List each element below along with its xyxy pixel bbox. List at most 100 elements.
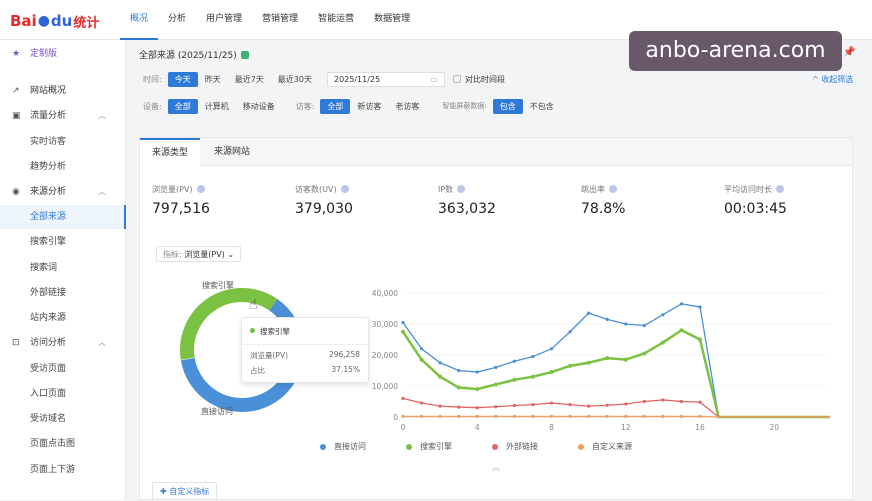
data-point bbox=[624, 322, 628, 326]
sidebar-item-visited-domains[interactable]: 受访域名 bbox=[0, 407, 126, 431]
sidebar-item-visited-pages[interactable]: 受访页面 bbox=[0, 357, 126, 381]
sidebar-item-search-engine[interactable]: 搜索引擎 bbox=[0, 230, 126, 254]
sidebar-item-entry-pages[interactable]: 入口页面 bbox=[0, 382, 126, 406]
y-tick-label: 10,000 bbox=[372, 382, 398, 391]
data-point bbox=[512, 377, 517, 382]
sidebar-group-source[interactable]: ◉ 来源分析 ︿ bbox=[0, 180, 126, 204]
nav-overview[interactable]: 概况 bbox=[120, 0, 159, 40]
data-point bbox=[530, 374, 535, 379]
x-tick-label: 8 bbox=[549, 423, 554, 432]
help-icon[interactable] bbox=[340, 185, 349, 193]
help-icon[interactable] bbox=[457, 185, 466, 193]
legend-direct[interactable]: 直接访问 bbox=[320, 441, 366, 452]
legend-search[interactable]: 搜索引擎 bbox=[406, 441, 452, 452]
data-point bbox=[568, 330, 572, 334]
collapse-filters-link[interactable]: ^ 收起筛选 bbox=[812, 74, 853, 85]
time-yesterday-button[interactable]: 昨天 bbox=[198, 72, 228, 87]
metric-bounce-rate: 跳出率 78.8% bbox=[581, 185, 626, 217]
help-icon[interactable] bbox=[776, 185, 784, 193]
expand-icon[interactable]: ︽ bbox=[492, 462, 500, 473]
data-point bbox=[605, 403, 609, 407]
device-computer-button[interactable]: 计算机 bbox=[198, 99, 236, 114]
tab-source-site[interactable]: 来源网站 bbox=[202, 138, 262, 166]
series-dot-icon bbox=[250, 328, 255, 333]
custom-indicator-button[interactable]: ✚ 自定义指标 bbox=[152, 482, 218, 500]
x-tick-label: 4 bbox=[475, 423, 480, 432]
sidebar-item-internal-source[interactable]: 站内来源 bbox=[0, 306, 126, 330]
data-point bbox=[475, 406, 479, 410]
chevron-down-icon: ⌄ bbox=[227, 250, 235, 259]
data-point bbox=[586, 360, 591, 365]
sidebar-item-realtime[interactable]: 实时访客 bbox=[0, 130, 126, 154]
sidebar-item-page-flow[interactable]: 页面上下游 bbox=[0, 458, 126, 482]
data-point bbox=[679, 328, 684, 333]
nav-smart-ops[interactable]: 智能运营 bbox=[308, 0, 364, 40]
data-point bbox=[438, 414, 442, 418]
smart-exclude-button[interactable]: 不包含 bbox=[523, 99, 561, 114]
sidebar-group-visit[interactable]: ⊡ 访问分析 ︿ bbox=[0, 331, 126, 355]
data-point bbox=[401, 396, 405, 400]
nav-analysis[interactable]: 分析 bbox=[158, 0, 196, 40]
sidebar-item-external-links[interactable]: 外部链接 bbox=[0, 281, 126, 305]
data-point bbox=[679, 302, 684, 306]
indicator-select[interactable]: 指标: 浏览量(PV) ⌄ bbox=[156, 246, 242, 262]
sidebar-group-traffic[interactable]: ▣ 流量分析 ︿ bbox=[0, 104, 126, 128]
data-point bbox=[660, 340, 665, 345]
chevron-up-icon: ︿ bbox=[98, 187, 106, 196]
data-point bbox=[494, 414, 498, 418]
device-mobile-button[interactable]: 移动设备 bbox=[236, 99, 282, 114]
data-point bbox=[642, 351, 647, 356]
help-icon[interactable] bbox=[196, 185, 205, 193]
data-point bbox=[419, 347, 424, 351]
data-point bbox=[549, 414, 554, 418]
data-point bbox=[512, 403, 516, 408]
sidebar-item-trend[interactable]: 趋势分析 bbox=[0, 155, 126, 179]
donut-label-search: 搜索引擎 bbox=[202, 280, 234, 290]
data-point bbox=[605, 414, 609, 418]
pin-icon[interactable]: 📌 bbox=[843, 47, 855, 58]
date-picker[interactable]: 2025/11/25 ▭ bbox=[326, 71, 445, 87]
nav-marketing[interactable]: 营销管理 bbox=[252, 0, 308, 40]
sidebar-item-search-terms[interactable]: 搜索词 bbox=[0, 256, 126, 280]
device-all-button[interactable]: 全部 bbox=[167, 98, 198, 114]
time-30days-button[interactable]: 最近30天 bbox=[271, 72, 319, 87]
status-dot-icon bbox=[240, 51, 249, 59]
sidebar-item-all-sources[interactable]: 全部来源 bbox=[0, 205, 126, 229]
data-point bbox=[531, 403, 535, 407]
visitor-returning-button[interactable]: 老访客 bbox=[388, 99, 426, 114]
tab-source-type[interactable]: 来源类型 bbox=[140, 138, 201, 167]
data-point bbox=[587, 404, 591, 408]
sidebar-item-click-map[interactable]: 页面点击图 bbox=[0, 432, 126, 456]
data-point bbox=[456, 385, 461, 390]
visitor-new-button[interactable]: 新访客 bbox=[350, 99, 388, 114]
logo-text-tongji: 统计 bbox=[73, 15, 100, 31]
legend-external[interactable]: 外部链接 bbox=[492, 441, 538, 452]
sidebar-item-site-overview[interactable]: ↗ 网站概况 bbox=[0, 79, 126, 103]
smart-include-button[interactable]: 包含 bbox=[492, 98, 523, 114]
data-point bbox=[587, 414, 591, 418]
chart-tooltip: 搜索引擎 浏览量(PV) 296,258 占比 37.15% bbox=[241, 317, 369, 383]
x-tick-label: 16 bbox=[695, 423, 705, 432]
trend-icon: ↗ bbox=[12, 86, 20, 96]
time-today-button[interactable]: 今天 bbox=[167, 71, 198, 87]
data-point bbox=[512, 359, 516, 363]
compare-checkbox[interactable] bbox=[452, 75, 461, 83]
data-point bbox=[419, 414, 424, 418]
data-point bbox=[401, 329, 405, 334]
nav-user-management[interactable]: 用户管理 bbox=[196, 0, 252, 40]
data-point bbox=[568, 403, 572, 407]
data-point bbox=[642, 399, 646, 404]
data-point bbox=[679, 414, 684, 418]
time-7days-button[interactable]: 最近7天 bbox=[228, 72, 271, 87]
data-point bbox=[549, 401, 554, 405]
legend-custom[interactable]: 自定义来源 bbox=[578, 441, 632, 452]
sidebar-custom-edition[interactable]: ★ 定制版 bbox=[0, 42, 126, 66]
help-icon[interactable] bbox=[609, 185, 617, 193]
data-point bbox=[475, 387, 480, 392]
nav-data-management[interactable]: 数据管理 bbox=[364, 0, 420, 40]
donut-label-direct: 直接访问 bbox=[201, 406, 233, 416]
data-point bbox=[698, 337, 703, 342]
baidu-tongji-logo[interactable]: Bai ● du 统计 bbox=[10, 9, 99, 33]
visitor-all-button[interactable]: 全部 bbox=[320, 98, 351, 114]
data-point bbox=[457, 368, 461, 373]
